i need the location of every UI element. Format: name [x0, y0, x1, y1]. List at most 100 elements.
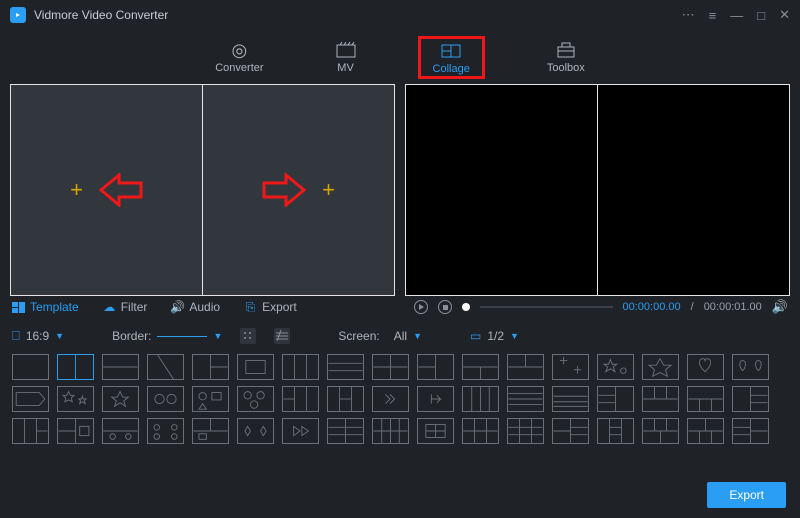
- template-item[interactable]: [597, 418, 634, 444]
- top-nav: ◎ Converter MV Collage Toolbox: [0, 30, 800, 84]
- play-button[interactable]: [414, 300, 428, 314]
- page-select[interactable]: ▭ 1/2 ▼: [470, 329, 519, 343]
- template-item[interactable]: [192, 418, 229, 444]
- template-item[interactable]: [687, 386, 724, 412]
- border-color-button[interactable]: [240, 328, 256, 344]
- template-item[interactable]: [597, 386, 634, 412]
- template-item[interactable]: [282, 418, 319, 444]
- template-item[interactable]: [192, 354, 229, 380]
- template-item[interactable]: [732, 386, 769, 412]
- chevron-down-icon: ▼: [510, 331, 519, 341]
- template-item[interactable]: [102, 354, 139, 380]
- template-item[interactable]: [372, 418, 409, 444]
- template-item[interactable]: [237, 386, 274, 412]
- tab-template[interactable]: Template: [12, 300, 79, 314]
- template-item[interactable]: [732, 418, 769, 444]
- template-item[interactable]: [102, 386, 139, 412]
- border-select[interactable]: Border: ▼: [112, 329, 222, 343]
- stop-button[interactable]: [438, 300, 452, 314]
- template-item[interactable]: [462, 354, 499, 380]
- template-item[interactable]: [372, 386, 409, 412]
- template-item[interactable]: [687, 354, 724, 380]
- add-media-icon[interactable]: +: [322, 177, 335, 203]
- app-logo: [10, 7, 26, 23]
- template-item[interactable]: [642, 386, 679, 412]
- nav-collage[interactable]: Collage: [418, 36, 485, 79]
- preview-cell-left: [406, 85, 597, 295]
- template-item[interactable]: [417, 354, 454, 380]
- filter-icon: ☁: [103, 301, 116, 314]
- screen-select[interactable]: Screen: All ▼: [338, 329, 422, 343]
- collage-icon: [441, 41, 461, 61]
- template-item[interactable]: [552, 354, 589, 380]
- canvas-cell-left[interactable]: +: [11, 85, 202, 295]
- screen-icon: ▭: [470, 329, 481, 343]
- template-item[interactable]: [192, 386, 229, 412]
- converter-icon: ◎: [232, 40, 248, 60]
- tab-filter[interactable]: ☁ Filter: [103, 300, 148, 314]
- template-item[interactable]: [282, 354, 319, 380]
- template-item[interactable]: [507, 418, 544, 444]
- template-gallery: [0, 350, 800, 444]
- collage-canvas[interactable]: + +: [10, 84, 395, 296]
- template-item[interactable]: [147, 354, 184, 380]
- template-item[interactable]: [462, 386, 499, 412]
- template-item[interactable]: [327, 354, 364, 380]
- preview-cell-right: [597, 85, 789, 295]
- template-item[interactable]: [12, 354, 49, 380]
- template-item[interactable]: [642, 418, 679, 444]
- chevron-down-icon: ▼: [413, 331, 422, 341]
- aspect-ratio-select[interactable]: ⎕ 16:9 ▼: [12, 328, 64, 344]
- app-title: Vidmore Video Converter: [34, 8, 168, 22]
- template-item[interactable]: [732, 354, 769, 380]
- tab-audio[interactable]: 🔊 Audio: [171, 300, 220, 314]
- feedback-icon[interactable]: ⋯: [682, 7, 695, 23]
- timeline-track[interactable]: [480, 306, 613, 308]
- menu-icon[interactable]: ≡: [709, 8, 717, 23]
- template-item[interactable]: [12, 418, 49, 444]
- toolbox-icon: [557, 40, 575, 60]
- nav-toolbox[interactable]: Toolbox: [537, 36, 595, 78]
- template-item[interactable]: [327, 386, 364, 412]
- mv-icon: [336, 40, 356, 60]
- template-item[interactable]: [417, 418, 454, 444]
- template-item[interactable]: [642, 354, 679, 380]
- border-pattern-button[interactable]: [274, 328, 290, 344]
- preview-canvas: [405, 84, 790, 296]
- titlebar: Vidmore Video Converter ⋯ ≡ — □ ✕: [0, 0, 800, 30]
- add-media-icon[interactable]: +: [70, 177, 83, 203]
- template-item[interactable]: [147, 418, 184, 444]
- template-item[interactable]: [597, 354, 634, 380]
- template-item[interactable]: [147, 386, 184, 412]
- playhead[interactable]: [462, 303, 470, 311]
- tab-export[interactable]: ⎘ Export: [244, 300, 297, 314]
- template-item[interactable]: [12, 386, 49, 412]
- template-item[interactable]: [552, 386, 589, 412]
- volume-icon[interactable]: 🔊: [772, 299, 788, 315]
- minimize-icon[interactable]: —: [730, 8, 743, 23]
- template-item[interactable]: [237, 354, 274, 380]
- template-item[interactable]: [417, 386, 454, 412]
- export-button[interactable]: Export: [707, 482, 786, 508]
- nav-mv[interactable]: MV: [326, 36, 366, 78]
- template-item[interactable]: [327, 418, 364, 444]
- audio-icon: 🔊: [171, 301, 184, 314]
- template-item[interactable]: [57, 386, 94, 412]
- template-item[interactable]: [552, 418, 589, 444]
- template-item[interactable]: [507, 386, 544, 412]
- template-item[interactable]: [57, 418, 94, 444]
- time-current: 00:00:00.00: [623, 301, 681, 313]
- template-item[interactable]: [687, 418, 724, 444]
- maximize-icon[interactable]: □: [757, 8, 765, 23]
- close-icon[interactable]: ✕: [779, 7, 790, 23]
- template-item[interactable]: [57, 354, 94, 380]
- template-item[interactable]: [282, 386, 319, 412]
- template-item[interactable]: [507, 354, 544, 380]
- template-item[interactable]: [462, 418, 499, 444]
- template-item[interactable]: [372, 354, 409, 380]
- nav-converter[interactable]: ◎ Converter: [205, 36, 273, 78]
- canvas-cell-right[interactable]: +: [202, 85, 394, 295]
- template-item[interactable]: [102, 418, 139, 444]
- ratio-icon: ⎕: [12, 328, 20, 344]
- template-item[interactable]: [237, 418, 274, 444]
